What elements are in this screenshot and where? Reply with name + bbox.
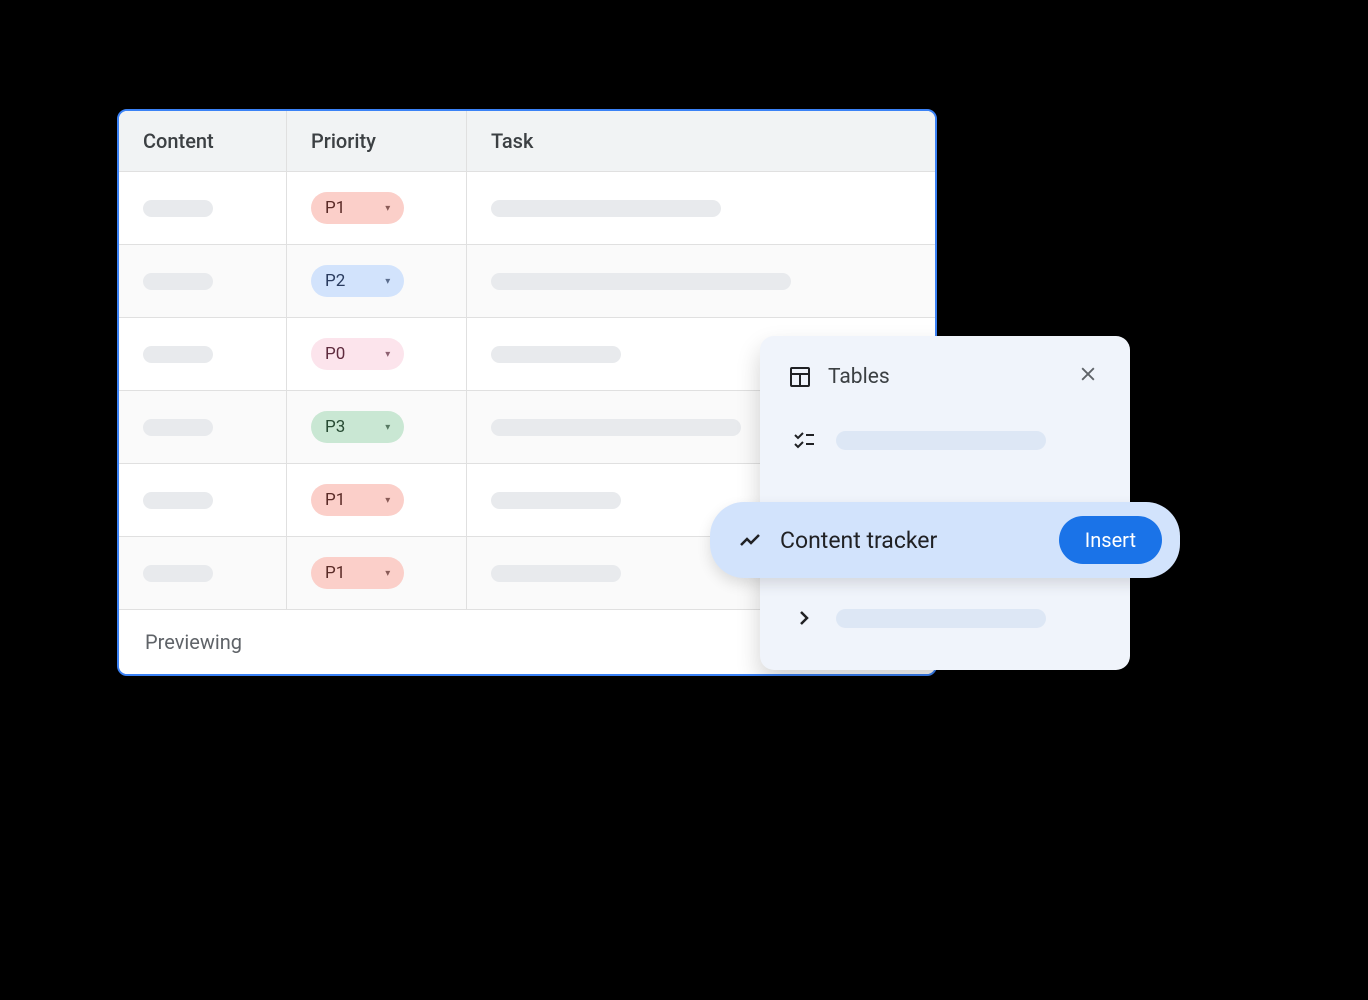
priority-chip[interactable]: P1 ▾ [311, 192, 404, 224]
content-placeholder [143, 200, 213, 217]
chevron-down-icon: ▾ [385, 422, 390, 433]
priority-label: P3 [325, 417, 345, 437]
insert-button[interactable]: Insert [1059, 516, 1162, 564]
content-cell [119, 464, 287, 536]
column-header-content: Content [119, 111, 287, 171]
priority-chip[interactable]: P1 ▾ [311, 484, 404, 516]
priority-chip[interactable]: P3 ▾ [311, 411, 404, 443]
priority-cell: P2 ▾ [287, 245, 467, 317]
table-icon [788, 365, 812, 389]
table-row: P2 ▾ [119, 245, 935, 318]
panel-item-placeholder [836, 431, 1046, 450]
panel-item-content-tracker[interactable]: Content tracker Insert [710, 502, 1180, 578]
priority-label: P2 [325, 271, 345, 291]
task-placeholder [491, 346, 621, 363]
priority-cell: P1 ▾ [287, 537, 467, 609]
panel-item-checklist[interactable] [760, 414, 1130, 466]
content-placeholder [143, 565, 213, 582]
content-placeholder [143, 492, 213, 509]
panel-item-more[interactable] [760, 592, 1130, 644]
priority-chip[interactable]: P2 ▾ [311, 265, 404, 297]
close-icon[interactable] [1074, 360, 1102, 394]
task-placeholder [491, 492, 621, 509]
panel-header: Tables [760, 360, 1130, 414]
priority-label: P0 [325, 344, 345, 364]
table-header-row: Content Priority Task [119, 111, 935, 172]
priority-label: P1 [325, 563, 345, 583]
task-cell [467, 245, 935, 317]
priority-label: P1 [325, 198, 345, 218]
task-placeholder [491, 565, 621, 582]
table-row: P1 ▾ [119, 172, 935, 245]
content-cell [119, 172, 287, 244]
chevron-down-icon: ▾ [385, 568, 390, 579]
content-cell [119, 391, 287, 463]
column-header-priority: Priority [287, 111, 467, 171]
task-placeholder [491, 200, 721, 217]
priority-cell: P3 ▾ [287, 391, 467, 463]
checklist-icon [792, 428, 816, 452]
priority-chip[interactable]: P0 ▾ [311, 338, 404, 370]
task-placeholder [491, 273, 791, 290]
content-placeholder [143, 273, 213, 290]
chevron-down-icon: ▾ [385, 203, 390, 214]
priority-cell: P1 ▾ [287, 464, 467, 536]
panel-item-placeholder [836, 609, 1046, 628]
chevron-down-icon: ▾ [385, 349, 390, 360]
task-cell [467, 172, 935, 244]
column-header-task: Task [467, 111, 935, 171]
content-cell [119, 318, 287, 390]
priority-chip[interactable]: P1 ▾ [311, 557, 404, 589]
content-placeholder [143, 346, 213, 363]
content-cell [119, 537, 287, 609]
content-placeholder [143, 419, 213, 436]
chevron-right-icon [792, 606, 816, 630]
chevron-down-icon: ▾ [385, 276, 390, 287]
panel-title: Tables [828, 365, 1074, 389]
task-placeholder [491, 419, 741, 436]
priority-cell: P1 ▾ [287, 172, 467, 244]
chevron-down-icon: ▾ [385, 495, 390, 506]
trend-icon [738, 528, 762, 552]
priority-cell: P0 ▾ [287, 318, 467, 390]
priority-label: P1 [325, 490, 345, 510]
content-tracker-label: Content tracker [780, 527, 1041, 554]
content-cell [119, 245, 287, 317]
